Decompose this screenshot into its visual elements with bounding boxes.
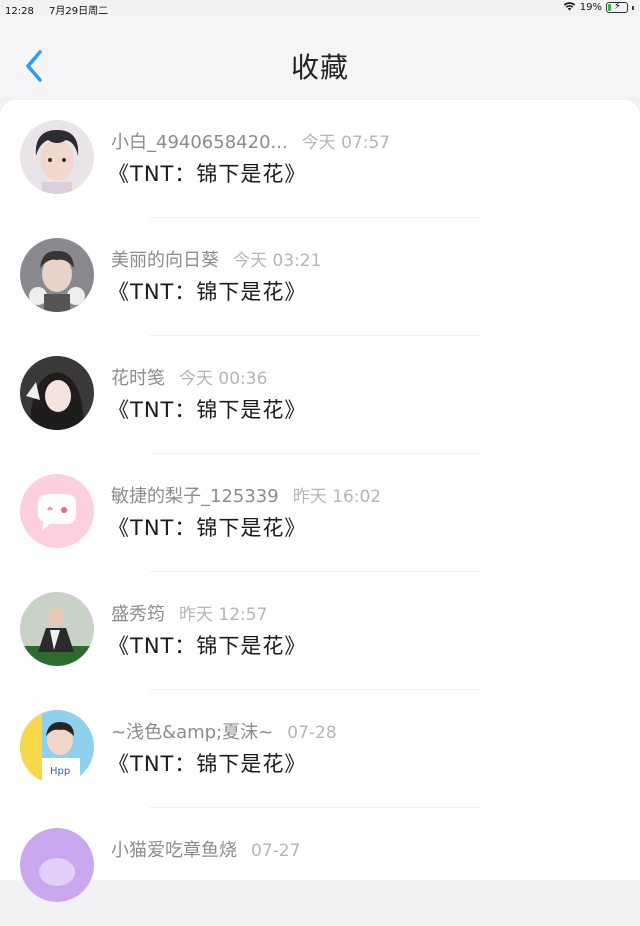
item-meta: 美丽的向日葵 今天 03:21 xyxy=(111,246,321,272)
battery-tip xyxy=(632,5,634,10)
avatar[interactable] xyxy=(20,120,94,194)
nickname[interactable]: 美丽的向日葵 xyxy=(111,250,219,271)
favorites-list: 小白_4940658420... 今天 07:57 《TNT：锦下是花》 美丽的向… xyxy=(0,100,640,902)
item-meta: 小白_4940658420... 今天 07:57 xyxy=(111,128,390,154)
timestamp: 昨天 16:02 xyxy=(292,487,382,507)
page-title: 收藏 xyxy=(290,51,349,84)
book-title[interactable]: 《TNT：锦下是花》 xyxy=(108,276,306,306)
battery-percent: 19% xyxy=(579,2,602,13)
avatar[interactable]: Hpp xyxy=(20,710,94,784)
battery-level xyxy=(608,4,612,11)
list-item[interactable]: Hpp ~浅色&amp;夏沫~ 07-28 《TNT：锦下是花》 xyxy=(0,690,640,808)
book-title[interactable]: 《TNT：锦下是花》 xyxy=(108,512,306,542)
book-title[interactable]: 《TNT：锦下是花》 xyxy=(108,394,306,424)
book-title[interactable]: 《TNT：锦下是花》 xyxy=(108,630,306,660)
list-item[interactable]: 小白_4940658420... 今天 07:57 《TNT：锦下是花》 xyxy=(0,100,640,218)
list-item[interactable]: 盛秀筠 昨天 12:57 《TNT：锦下是花》 xyxy=(0,572,640,690)
nav-header: 收藏 xyxy=(0,16,640,98)
item-meta: 盛秀筠 昨天 12:57 xyxy=(111,600,267,626)
item-meta: ~浅色&amp;夏沫~ 07-28 xyxy=(111,718,337,744)
list-item[interactable]: 小猫爱吃章鱼烧 07-27 xyxy=(0,808,640,926)
item-meta: 敏捷的梨子_125339 昨天 16:02 xyxy=(111,482,381,508)
nickname[interactable]: 小猫爱吃章鱼烧 xyxy=(111,840,237,861)
svg-text:Hpp: Hpp xyxy=(50,766,70,777)
timestamp: 今天 00:36 xyxy=(179,369,268,389)
avatar[interactable] xyxy=(20,828,94,902)
nickname[interactable]: 花时笺 xyxy=(111,368,165,389)
wifi-icon xyxy=(563,1,576,14)
avatar[interactable] xyxy=(20,592,94,666)
item-meta: 小猫爱吃章鱼烧 07-27 xyxy=(111,836,300,862)
timestamp: 昨天 12:57 xyxy=(179,605,268,625)
avatar[interactable] xyxy=(20,474,94,548)
nickname[interactable]: 敏捷的梨子_125339 xyxy=(111,486,279,507)
timestamp: 今天 03:21 xyxy=(233,251,322,271)
timestamp: 07-27 xyxy=(251,841,301,861)
timestamp: 07-28 xyxy=(287,723,337,743)
book-title[interactable]: 《TNT：锦下是花》 xyxy=(108,158,306,188)
list-item[interactable]: 花时笺 今天 00:36 《TNT：锦下是花》 xyxy=(0,336,640,454)
charging-bolt-icon: ⚡ xyxy=(614,1,622,12)
item-meta: 花时笺 今天 00:36 xyxy=(111,364,267,390)
list-item[interactable]: 美丽的向日葵 今天 03:21 《TNT：锦下是花》 xyxy=(0,218,640,336)
battery-icon: ⚡ xyxy=(606,1,628,13)
list-item[interactable]: 敏捷的梨子_125339 昨天 16:02 《TNT：锦下是花》 xyxy=(0,454,640,572)
book-title[interactable]: 《TNT：锦下是花》 xyxy=(108,748,306,778)
status-bar: 12:28 7月29日周二 19% ⚡ xyxy=(0,0,640,17)
avatar[interactable] xyxy=(20,238,94,312)
nickname[interactable]: 小白_4940658420... xyxy=(111,132,288,153)
nickname[interactable]: 盛秀筠 xyxy=(111,604,165,625)
avatar[interactable] xyxy=(20,356,94,430)
nickname[interactable]: ~浅色&amp;夏沫~ xyxy=(111,722,273,743)
timestamp: 今天 07:57 xyxy=(301,133,391,153)
